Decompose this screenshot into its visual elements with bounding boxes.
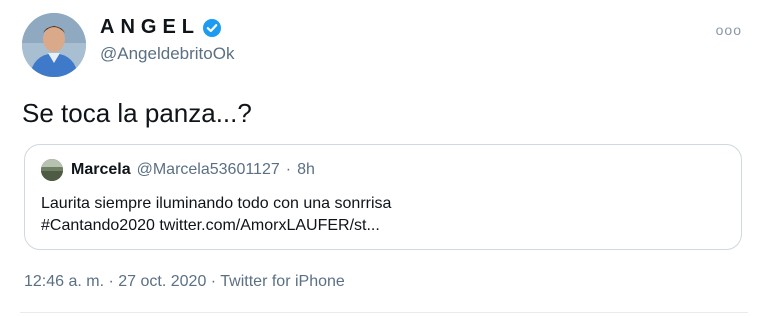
quoted-text-line-2: #Cantando2020 twitter.com/AmorxLAUFER/st…	[41, 217, 380, 234]
author-name-row: ANGEL	[100, 16, 222, 39]
tweet-source[interactable]: Twitter for iPhone	[220, 273, 345, 290]
quoted-author-handle: @Marcela53601127	[136, 161, 280, 178]
quoted-time: 8h	[297, 161, 315, 178]
quoted-author-avatar	[41, 159, 63, 181]
tweet-text: Se toca la panza...?	[22, 98, 252, 128]
author-avatar[interactable]	[22, 13, 86, 77]
quoted-tweet-text: Laurita siempre iluminando todo con una …	[41, 193, 725, 237]
avatar-image	[22, 13, 86, 77]
author-display-name[interactable]: ANGEL	[100, 16, 200, 39]
metadata-separator: ·	[206, 273, 221, 290]
divider	[20, 312, 748, 313]
quoted-author-name: Marcela	[71, 161, 131, 178]
quoted-text-line-1: Laurita siempre iluminando todo con una …	[41, 195, 392, 212]
quoted-tweet-header: Marcela @Marcela53601127 · 8h	[41, 159, 725, 181]
tweet-timestamp[interactable]: 12:46 a. m. · 27 oct. 2020	[24, 273, 206, 290]
tweet-card: ANGEL @AngeldebritoOk ooo Se toca la pan…	[0, 0, 768, 317]
tweet-metadata: 12:46 a. m. · 27 oct. 2020 · Twitter for…	[24, 273, 345, 291]
more-options-icon[interactable]: ooo	[716, 22, 742, 38]
quoted-tweet[interactable]: Marcela @Marcela53601127 · 8h Laurita si…	[24, 144, 742, 250]
quoted-separator-dot: ·	[285, 161, 292, 178]
author-handle[interactable]: @AngeldebritoOk	[100, 44, 234, 64]
verified-badge-icon	[202, 18, 222, 38]
